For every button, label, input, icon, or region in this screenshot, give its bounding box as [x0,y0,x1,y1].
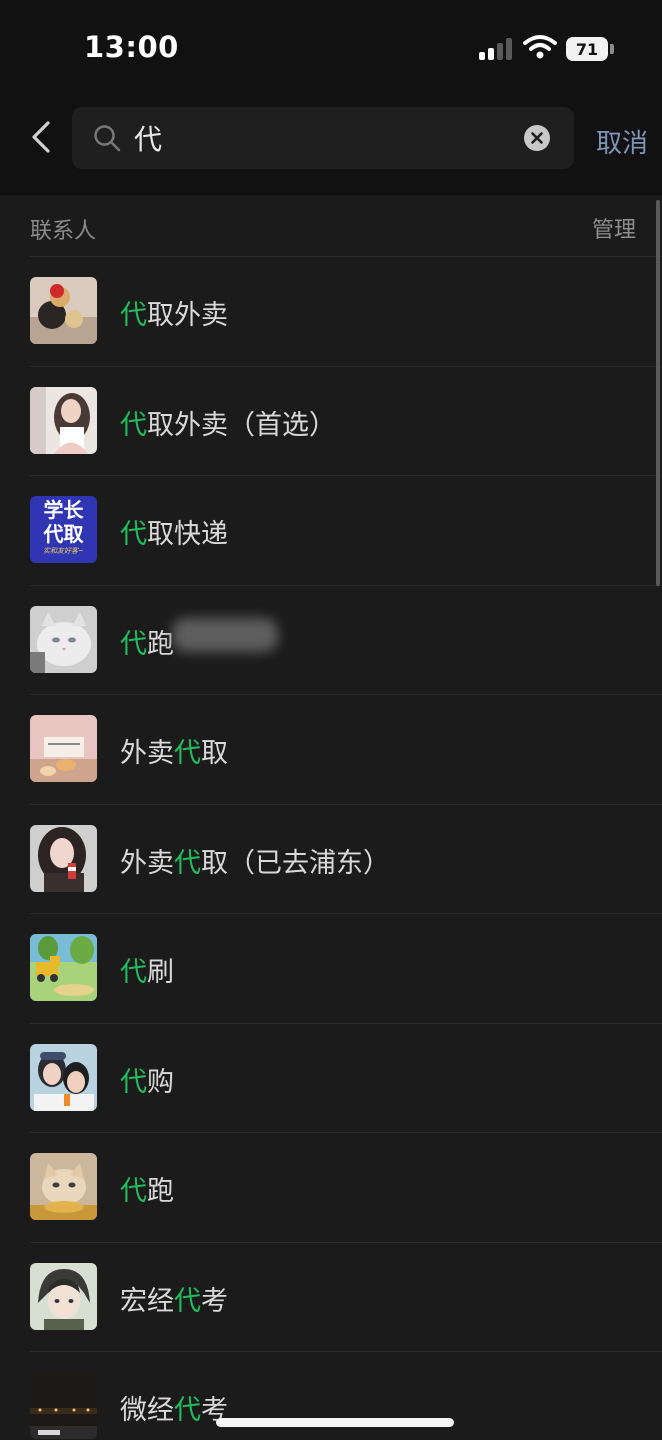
name-suffix: 跑 [147,628,174,660]
contact-name: 代购 [120,1060,174,1099]
name-highlight: 代 [174,847,201,879]
contact-name: 代取外卖（首选） [120,403,336,442]
contact-item[interactable]: 学长 代取 实和友好客~ 代取快递 [0,476,662,586]
avatar-photo-couple [30,1043,97,1111]
cancel-button[interactable]: 取消 [596,123,648,160]
name-suffix: 取快递 [147,519,228,550]
contact-name: 代跑 [120,622,174,661]
home-indicator [216,1418,454,1427]
avatar-photo-kitten [30,1153,97,1220]
name-suffix: 取外卖 [147,300,228,331]
back-chevron-icon[interactable] [26,119,58,155]
avatar-text: 学长 代取 实和友好客~ [30,496,97,563]
name-prefix: 外卖 [120,738,174,769]
contact-list: 代取外卖 代取外卖（首选） 学长 代取 实和友好客~ 代取快递 代跑 外卖代取 外卖代取（已去浦… [0,257,662,1440]
contact-name: 微经代考 [120,1388,228,1427]
search-input[interactable] [134,119,514,157]
contact-item[interactable]: 外卖代取 [0,695,662,805]
contact-name: 代跑 [120,1169,174,1208]
contact-item[interactable]: 代取外卖（首选） [0,367,662,476]
contact-item[interactable]: 代取外卖 [0,257,662,367]
battery-level: 71 [575,39,599,59]
avatar-photo-girl-drink [30,824,97,892]
wifi-icon [523,35,557,59]
avatar-photo-girl [30,386,97,454]
contact-name: 外卖代取 [120,731,228,770]
name-suffix: 考 [201,1285,228,1317]
top-area: 13:00 71 代 取消 [0,0,662,195]
name-highlight: 代 [120,1066,147,1098]
avatar-text-line: 代取 [43,522,84,546]
name-suffix: 取 [201,738,228,769]
name-prefix: 外卖 [120,847,174,879]
name-suffix: 购 [147,1066,174,1098]
name-prefix: 微经 [120,1395,174,1426]
name-highlight: 代 [120,300,147,331]
search-screen: 13:00 71 代 取消 联系人 管理 代取外卖 代取外卖（首选） 学长 代取… [0,0,662,1440]
avatar-anime-boy [30,1262,97,1330]
contact-name: 代取外卖 [120,293,228,332]
search-icon [94,125,121,152]
name-highlight: 代 [120,1176,147,1207]
name-highlight: 代 [120,957,147,988]
name-highlight: 代 [120,409,147,441]
contact-item[interactable]: 代购 [0,1024,662,1133]
contact-item[interactable]: 外卖代取（已去浦东） [0,805,662,914]
avatar-caption: 实和友好客~ [43,547,84,555]
contact-item[interactable]: 代跑 [0,1133,662,1243]
battery-icon: 71 [566,37,608,61]
name-highlight: 代 [174,738,201,769]
contact-name: 代刷 [120,950,174,989]
search-box[interactable] [72,107,574,169]
contacts-section-header: 联系人 管理 [0,195,662,257]
section-title: 联系人 [30,219,97,244]
contact-name: 代取快递 [120,512,228,551]
name-suffix: 跑 [147,1176,174,1207]
battery-tip [610,44,614,54]
contact-item[interactable]: 代刷 [0,914,662,1024]
name-suffix: 取（已去浦东） [201,847,390,879]
scrollbar[interactable] [656,200,660,586]
cellular-signal-icon [479,38,513,60]
name-highlight: 代 [174,1285,201,1317]
manage-button[interactable]: 管理 [592,212,636,244]
contact-name: 宏经代考 [120,1279,228,1318]
name-prefix: 宏经 [120,1285,174,1317]
name-highlight: 代 [120,628,147,660]
avatar-photo-cake [30,715,97,782]
contact-item[interactable]: 代跑 [0,586,662,695]
name-highlight: 代 [174,1395,201,1426]
name-suffix: 刷 [147,957,174,988]
status-bar: 13:00 71 [0,0,662,92]
clear-icon[interactable] [524,125,550,151]
avatar-photo-night [30,1372,97,1439]
search-bar-row: 取消 [0,105,662,169]
name-highlight: 代 [120,519,147,550]
status-time: 13:00 [84,30,179,64]
avatar-illustration-truck [30,934,97,1001]
name-suffix: 取外卖（首选） [147,409,336,441]
contact-name: 外卖代取（已去浦东） [120,841,390,880]
avatar-photo-cat [30,605,97,673]
redacted-text [172,617,278,652]
avatar-photo-toys [30,277,97,344]
contact-item[interactable]: 宏经代考 [0,1243,662,1352]
avatar-text-line: 学长 [43,498,84,522]
